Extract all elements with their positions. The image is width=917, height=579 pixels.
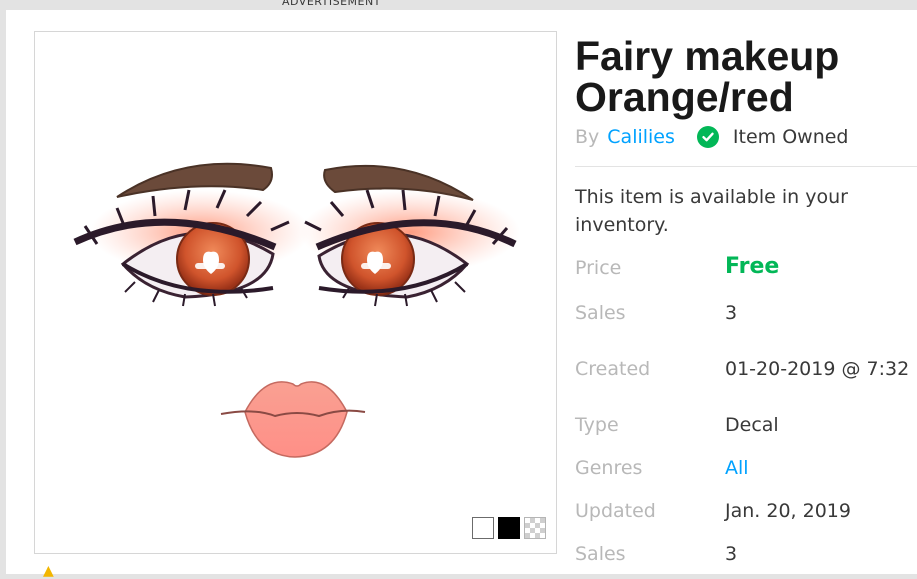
item-title: Fairy makeup Orange/red (575, 33, 840, 120)
creator-link[interactable]: Calilies (607, 126, 675, 148)
background-toggle-group (472, 517, 546, 539)
created-value: 01-20-2019 @ 7:32 (725, 358, 910, 380)
availability-message: This item is available in your inventory… (575, 186, 848, 236)
transparent-background-button[interactable] (524, 517, 546, 539)
price-label: Price (575, 257, 622, 279)
sales-label-2: Sales (575, 543, 626, 565)
item-thumbnail (34, 31, 557, 554)
creator-byline: By Calilies Item Owned (575, 126, 848, 148)
created-label: Created (575, 358, 651, 380)
price-value: Free (725, 254, 780, 279)
updated-label: Updated (575, 500, 656, 522)
sales-value: 3 (725, 302, 738, 324)
sales-label: Sales (575, 302, 626, 324)
black-background-button[interactable] (498, 517, 520, 539)
genres-label: Genres (575, 457, 643, 479)
updated-value: Jan. 20, 2019 (725, 500, 851, 522)
sales-value-2: 3 (725, 543, 738, 565)
header-divider (575, 166, 917, 167)
check-circle-icon (696, 126, 719, 148)
genres-link[interactable]: All (725, 457, 749, 479)
type-label: Type (575, 414, 619, 436)
face-decal-image (73, 162, 520, 458)
advertisement-label: ADVERTISEMENT (282, 0, 381, 8)
item-owned-label: Item Owned (732, 126, 849, 148)
warning-icon: ▲ (43, 563, 54, 579)
white-background-button[interactable] (472, 517, 494, 539)
type-value: Decal (725, 414, 779, 436)
by-label: By (575, 126, 600, 148)
